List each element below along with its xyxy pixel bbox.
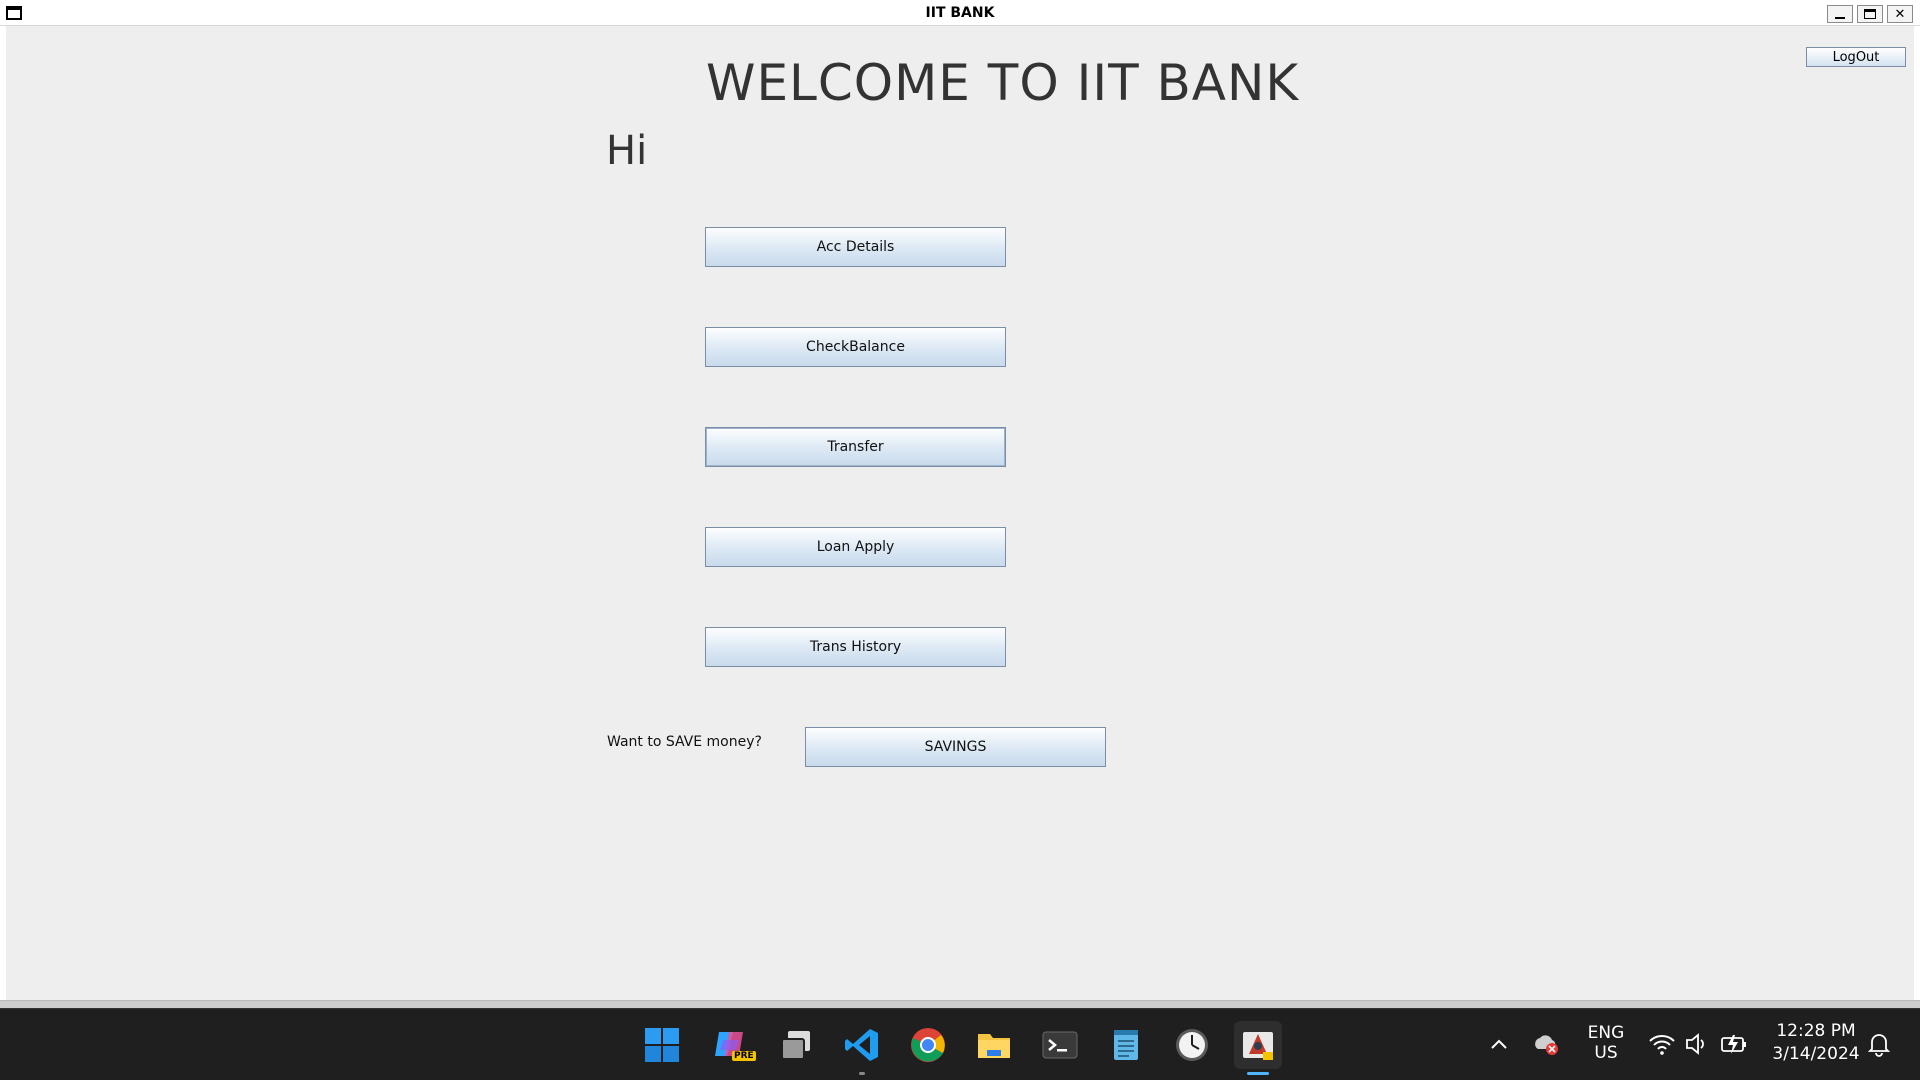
java-app-icon xyxy=(1243,1032,1273,1060)
region-code: US xyxy=(1594,1043,1618,1063)
clock-app-button[interactable] xyxy=(1168,1021,1216,1069)
taskbar-date: 3/14/2024 xyxy=(1772,1044,1860,1064)
window-title: IIT BANK xyxy=(925,5,995,21)
transfer-button[interactable]: Transfer xyxy=(705,427,1006,467)
vscode-icon xyxy=(845,1029,878,1061)
check-balance-button[interactable]: CheckBalance xyxy=(705,327,1006,367)
file-explorer-icon xyxy=(978,1034,1010,1058)
task-view-icon xyxy=(781,1031,810,1060)
onedrive-status-button[interactable] xyxy=(1532,1031,1560,1061)
greeting-label: Hi xyxy=(606,128,648,174)
logout-button[interactable]: LogOut xyxy=(1806,47,1906,67)
cloud-error-icon xyxy=(1535,1035,1558,1055)
windows-start-icon xyxy=(645,1028,679,1062)
loan-apply-button[interactable]: Loan Apply xyxy=(705,527,1006,567)
window-frame-bottom xyxy=(0,1000,1920,1008)
notepad-icon xyxy=(1114,1030,1138,1060)
volume-button[interactable] xyxy=(1684,1031,1710,1061)
show-hidden-icons-button[interactable] xyxy=(1488,1033,1510,1059)
welcome-heading: WELCOME TO IIT BANK xyxy=(706,54,1300,112)
save-prompt-label: Want to SAVE money? xyxy=(607,734,762,750)
taskbar-time: 12:28 PM xyxy=(1776,1021,1856,1041)
battery-charging-icon xyxy=(1721,1035,1746,1054)
acc-details-button[interactable]: Acc Details xyxy=(705,227,1006,267)
speaker-icon xyxy=(1686,1033,1704,1055)
chrome-icon xyxy=(911,1028,945,1062)
terminal-icon xyxy=(1042,1031,1078,1059)
trans-history-button[interactable]: Trans History xyxy=(705,627,1006,667)
maximize-button[interactable] xyxy=(1857,5,1883,23)
language-indicator[interactable]: ENG US xyxy=(1582,1023,1630,1063)
chrome-button[interactable] xyxy=(904,1021,952,1069)
file-explorer-button[interactable] xyxy=(970,1021,1018,1069)
clock-icon xyxy=(1176,1029,1208,1061)
clock-date-button[interactable]: 12:28 PM 3/14/2024 xyxy=(1764,1021,1868,1064)
pre-badge: PRE xyxy=(732,1051,756,1061)
java-app-active-indicator xyxy=(1247,1072,1269,1075)
task-view-button[interactable] xyxy=(772,1021,820,1069)
notifications-button[interactable] xyxy=(1866,1031,1892,1061)
window-frame-right xyxy=(1914,26,1920,1004)
taskbar: PRE ENG US 12:28 PM 3/14/2024 xyxy=(0,1008,1920,1080)
savings-button[interactable]: SAVINGS xyxy=(805,727,1106,767)
windows-start-button[interactable] xyxy=(638,1021,686,1069)
window-titlebar[interactable]: IIT BANK ✕ xyxy=(0,0,1920,26)
network-button[interactable] xyxy=(1648,1031,1676,1061)
java-app-button[interactable] xyxy=(1234,1021,1282,1075)
notepad-button[interactable] xyxy=(1102,1021,1150,1069)
close-icon: ✕ xyxy=(1894,6,1906,22)
wifi-icon xyxy=(1649,1035,1675,1055)
minimize-button[interactable] xyxy=(1827,5,1853,23)
battery-button[interactable] xyxy=(1720,1031,1748,1061)
main-panel: WELCOME TO IIT BANK LogOut Hi Acc Detail… xyxy=(6,26,1914,1000)
vscode-button[interactable] xyxy=(838,1021,886,1075)
maximize-icon xyxy=(1864,9,1876,19)
terminal-button[interactable] xyxy=(1036,1021,1084,1069)
language-code: ENG xyxy=(1587,1023,1625,1043)
minimize-icon xyxy=(1835,17,1845,19)
chevron-up-icon xyxy=(1491,1039,1507,1049)
bell-icon xyxy=(1867,1034,1891,1057)
vscode-running-indicator xyxy=(859,1072,865,1075)
close-button[interactable]: ✕ xyxy=(1887,5,1913,23)
copilot-button[interactable]: PRE xyxy=(706,1021,756,1069)
